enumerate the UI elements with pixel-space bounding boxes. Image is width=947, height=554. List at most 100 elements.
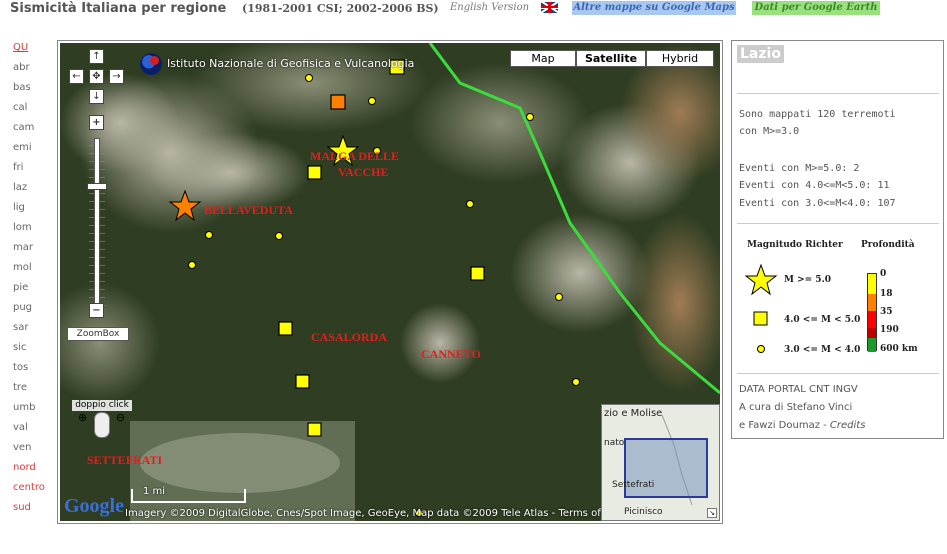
map-type-satellite-button[interactable]: Satellite	[576, 50, 646, 67]
depth-color-segment	[868, 311, 876, 328]
pan-center-icon[interactable]: ✥	[89, 69, 104, 84]
quake-marker-m3	[275, 232, 283, 240]
depth-label: 18	[880, 289, 893, 299]
quake-marker-m5	[168, 189, 202, 222]
region-link[interactable]: pie	[13, 280, 53, 300]
mouse-icon	[94, 412, 110, 438]
region-link[interactable]: emi	[13, 140, 53, 160]
region-link[interactable]: mar	[13, 240, 53, 260]
region-link[interactable]: centro	[13, 480, 53, 500]
satellite-map[interactable]: Map Satellite Hybrid ↑ ← ✥ → ↓ + − ZoomB…	[60, 43, 720, 521]
pan-up-icon[interactable]: ↑	[89, 49, 104, 64]
region-link[interactable]: lom	[13, 220, 53, 240]
region-link[interactable]: QU	[13, 40, 53, 60]
region-link[interactable]: mol	[13, 260, 53, 280]
region-link[interactable]: lig	[13, 200, 53, 220]
ingv-logo-icon	[140, 53, 162, 75]
legend-m4-label: 4.0 <= M < 5.0	[784, 315, 861, 325]
quake-marker-m3	[205, 231, 213, 239]
quake-marker-m3	[466, 200, 474, 208]
depth-color-bar	[867, 273, 877, 352]
divider	[737, 373, 939, 374]
depth-label: 0	[880, 269, 887, 279]
zoom-in-icon[interactable]: +	[89, 115, 104, 130]
overview-toggle-icon[interactable]: ↘	[707, 508, 717, 518]
pan-right-icon[interactable]: →	[109, 69, 124, 84]
depth-label: 190	[880, 325, 899, 335]
overview-place-label: Picinisco	[624, 507, 663, 517]
divider	[737, 93, 939, 94]
legend-m5-label: M >= 5.0	[784, 275, 831, 285]
region-link[interactable]: nord	[13, 460, 53, 480]
place-label: VACCHE	[338, 165, 389, 179]
legend-star-icon	[744, 264, 778, 296]
zoom-out-small-icon: ⊖	[115, 411, 126, 424]
region-link[interactable]: laz	[13, 180, 53, 200]
region-link[interactable]: cam	[13, 120, 53, 140]
credits-link[interactable]: Credits	[830, 420, 866, 431]
region-link[interactable]: sud	[13, 500, 53, 520]
double-click-label: doppio click	[72, 400, 132, 411]
legend-magnitude-title: Magnitudo Richter	[747, 240, 843, 250]
map-type-map-button[interactable]: Map	[510, 50, 576, 67]
region-link[interactable]: abr	[13, 60, 53, 80]
zoom-slider[interactable]	[94, 138, 100, 308]
region-link[interactable]: tre	[13, 380, 53, 400]
place-label: CASALORDA	[311, 330, 388, 344]
google-logo[interactable]: Google	[64, 495, 124, 518]
quake-marker-m4	[330, 94, 346, 110]
place-label: CANNETO	[421, 347, 481, 361]
legend-symbols	[744, 264, 778, 353]
depth-color-segment	[868, 328, 876, 338]
map-copyright: Imagery ©2009 DigitalGlobe, Cnes/Spot Im…	[125, 508, 623, 519]
english-version-link[interactable]: English Version	[450, 2, 529, 13]
depth-label: 35	[880, 307, 893, 317]
zoombox-button[interactable]: ZoomBox	[67, 327, 129, 341]
region-link[interactable]: tos	[13, 360, 53, 380]
region-list: QU abr bas cal cam emi fri laz lig lom mar mol pie pu…	[13, 40, 53, 520]
depth-color-segment	[868, 274, 876, 294]
quake-marker-m3	[188, 261, 196, 269]
page-title: Sismicità Italiana per regione	[10, 1, 227, 16]
quake-marker-m3	[572, 378, 580, 386]
event-count-m5: Eventi con M>=5.0: 2	[739, 163, 860, 174]
google-maps-button[interactable]: Altre mappe su Google Maps	[572, 1, 736, 15]
place-label: SETTEFRATI	[87, 453, 163, 467]
credit-line: A cura di Stefano Vinci	[739, 402, 853, 413]
region-link[interactable]: ven	[13, 440, 53, 460]
zoom-slider-thumb[interactable]	[87, 183, 107, 190]
pan-down-icon[interactable]: ↓	[89, 89, 104, 104]
region-link[interactable]: cal	[13, 100, 53, 120]
place-label: BELLAVEDUTA	[204, 203, 293, 217]
summary-text: Sono mappati 120 terremoti	[739, 109, 896, 120]
event-count-m3: Eventi con 3.0<=M<4.0: 107	[739, 198, 896, 209]
quake-marker-m3	[555, 293, 563, 301]
quake-marker-m3	[368, 97, 376, 105]
legend-depth-title: Profondità	[861, 240, 915, 250]
scale-label: 1 mi	[143, 486, 166, 497]
footer-links[interactable]: DATA PORTAL CNT INGV	[739, 384, 858, 395]
pan-left-icon[interactable]: ←	[69, 69, 84, 84]
ingv-label: Istituto Nazionale di Geofisica e Vulcan…	[167, 57, 415, 70]
region-link[interactable]: sic	[13, 340, 53, 360]
legend-circle-icon	[757, 345, 765, 353]
map-type-hybrid-button[interactable]: Hybrid	[646, 50, 714, 67]
depth-color-segment	[868, 338, 876, 352]
google-earth-button[interactable]: Dati per Google Earth	[752, 1, 880, 15]
region-title: Lazio	[737, 45, 784, 63]
region-link[interactable]: sar	[13, 320, 53, 340]
uk-flag-icon[interactable]	[541, 2, 558, 13]
overview-map[interactable]: zio e Molise nato Settefrati Picinisco ↘	[601, 404, 720, 521]
overview-place-label: Settefrati	[612, 480, 655, 490]
region-info-panel: Lazio Sono mappati 120 terremoti con M>=…	[731, 40, 944, 439]
region-link[interactable]: val	[13, 420, 53, 440]
map-scale: 1 mi	[131, 486, 246, 503]
region-link[interactable]: fri	[13, 160, 53, 180]
region-link[interactable]: umb	[13, 400, 53, 420]
region-link[interactable]: pug	[13, 300, 53, 320]
quake-marker-m4	[278, 321, 293, 336]
quake-marker-m3	[305, 74, 313, 82]
region-link[interactable]: bas	[13, 80, 53, 100]
quake-marker-m4	[470, 266, 485, 281]
zoom-out-icon[interactable]: −	[89, 303, 104, 318]
